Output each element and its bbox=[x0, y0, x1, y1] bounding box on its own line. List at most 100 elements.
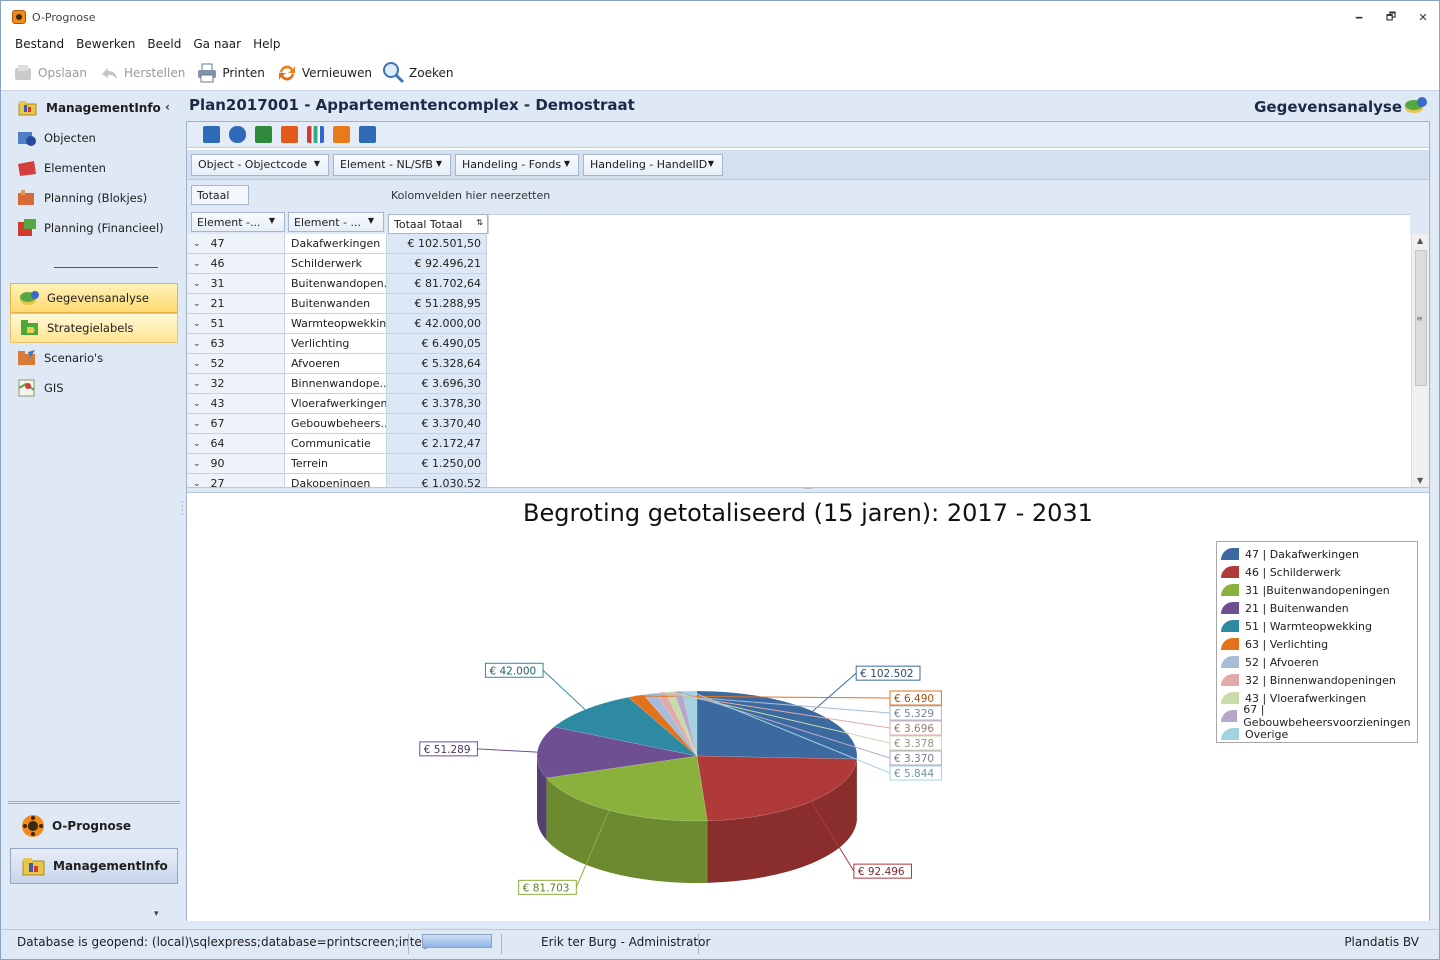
sidebar-item-scenarios[interactable]: Scenario's bbox=[8, 343, 180, 373]
table-row[interactable]: ⌄ 43 Vloerafwerkingen € 3.378,30 bbox=[187, 394, 487, 414]
table-row[interactable]: ⌄ 63 Verlichting € 6.490,05 bbox=[187, 334, 487, 354]
restore-button[interactable]: 🗗 bbox=[1375, 1, 1407, 33]
table-row[interactable]: ⌄ 47 Dakafwerkingen € 102.501,50 bbox=[187, 234, 487, 254]
row-field-element-name[interactable]: Element - ... ▼ bbox=[288, 212, 384, 232]
settings-icon[interactable] bbox=[229, 126, 246, 143]
menu-bestand[interactable]: Bestand bbox=[9, 37, 70, 51]
window-title: O-Prognose bbox=[32, 10, 96, 24]
row-code-cell[interactable]: ⌄ 43 bbox=[187, 394, 285, 414]
row-code-cell[interactable]: ⌄ 27 bbox=[187, 474, 285, 487]
row-name-cell: Buitenwanden bbox=[285, 294, 387, 314]
filter-handelid[interactable]: Handeling - HandelID ▼ bbox=[583, 153, 723, 176]
row-code-cell[interactable]: ⌄ 90 bbox=[187, 454, 285, 474]
restore-button-toolbar[interactable]: Herstellen bbox=[97, 61, 185, 85]
toolbar: Opslaan Herstellen Printen Vernieuwen Zo… bbox=[1, 55, 1439, 91]
row-value: € 3.696,30 bbox=[421, 377, 481, 390]
expand-chevron-icon[interactable]: ⌄ bbox=[193, 459, 201, 469]
sidebar-item-gegevensanalyse[interactable]: Gegevensanalyse bbox=[10, 283, 178, 313]
expand-chevron-icon[interactable]: ⌄ bbox=[193, 439, 201, 449]
table-row[interactable]: ⌄ 32 Binnenwandope... € 3.696,30 bbox=[187, 374, 487, 394]
row-code-cell[interactable]: ⌄ 67 bbox=[187, 414, 285, 434]
collapse-sidebar-icon[interactable]: ‹ bbox=[165, 100, 170, 114]
row-field-element-code[interactable]: Element -... ▼ bbox=[191, 212, 285, 232]
menu-bewerken[interactable]: Bewerken bbox=[70, 37, 141, 51]
filter-objectcode[interactable]: Object - Objectcode ▼ bbox=[191, 153, 329, 176]
managementinfo-icon bbox=[21, 853, 47, 879]
data-analysis-icon bbox=[1404, 95, 1428, 115]
row-code-cell[interactable]: ⌄ 47 bbox=[187, 234, 285, 254]
row-value: € 92.496,21 bbox=[414, 257, 481, 270]
grid-scrollbar[interactable]: ▲ ≡ ▼ bbox=[1411, 234, 1429, 487]
row-name-cell: Binnenwandope... bbox=[285, 374, 387, 394]
filter-fonds[interactable]: Handeling - Fonds ▼ bbox=[455, 153, 579, 176]
table-row[interactable]: ⌄ 90 Terrein € 1.250,00 bbox=[187, 454, 487, 474]
sidebar-item-elementen[interactable]: Elementen bbox=[8, 153, 180, 183]
module-o-prognose[interactable]: O-Prognose bbox=[10, 808, 178, 844]
close-button[interactable]: ✕ bbox=[1407, 1, 1439, 33]
print-icon[interactable] bbox=[281, 126, 298, 143]
table-row[interactable]: ⌄ 31 Buitenwandopen... € 81.702,64 bbox=[187, 274, 487, 294]
save-button[interactable]: Opslaan bbox=[11, 61, 87, 85]
minimize-button[interactable]: 🗕 bbox=[1343, 1, 1375, 33]
expand-chevron-icon[interactable]: ⌄ bbox=[193, 399, 201, 409]
tools-icon[interactable] bbox=[333, 126, 350, 143]
sidebar-item-strategielabels[interactable]: Strategielabels bbox=[10, 313, 178, 343]
expand-chevron-icon[interactable]: ⌄ bbox=[193, 259, 201, 269]
expand-chevron-icon[interactable]: ⌄ bbox=[193, 319, 201, 329]
table-row[interactable]: ⌄ 46 Schilderwerk € 92.496,21 bbox=[187, 254, 487, 274]
sidebar-item-gis[interactable]: GIS bbox=[8, 373, 180, 403]
bar-chart-icon[interactable] bbox=[307, 126, 324, 143]
scroll-down-icon[interactable]: ▼ bbox=[1417, 476, 1423, 485]
field-list-icon[interactable] bbox=[203, 126, 220, 143]
row-code-cell[interactable]: ⌄ 51 bbox=[187, 314, 285, 334]
filter-nl-sfb[interactable]: Element - NL/SfB ▼ bbox=[333, 153, 451, 176]
expand-chevron-icon[interactable]: ⌄ bbox=[193, 339, 201, 349]
expand-chevron-icon[interactable]: ⌄ bbox=[193, 479, 201, 488]
row-code-cell[interactable]: ⌄ 46 bbox=[187, 254, 285, 274]
value-header[interactable]: Totaal Totaal ⇅ bbox=[388, 214, 488, 234]
menu-beeld[interactable]: Beeld bbox=[141, 37, 187, 51]
progress-bar bbox=[422, 934, 492, 948]
row-code-cell[interactable]: ⌄ 64 bbox=[187, 434, 285, 454]
table-row[interactable]: ⌄ 52 Afvoeren € 5.328,64 bbox=[187, 354, 487, 374]
table-row[interactable]: ⌄ 51 Warmteopwekking € 42.000,00 bbox=[187, 314, 487, 334]
menu-help[interactable]: Help bbox=[247, 37, 286, 51]
search-icon bbox=[382, 61, 406, 85]
table-row[interactable]: ⌄ 64 Communicatie € 2.172,47 bbox=[187, 434, 487, 454]
expand-chevron-icon[interactable]: ⌄ bbox=[193, 359, 201, 369]
row-code: 51 bbox=[210, 317, 225, 330]
expand-chevron-icon[interactable]: ⌄ bbox=[193, 239, 201, 249]
excel-export-icon[interactable] bbox=[255, 126, 272, 143]
row-code: 67 bbox=[210, 417, 225, 430]
pie-slice[interactable] bbox=[696, 690, 858, 760]
sidebar-splitter[interactable]: · · · · bbox=[181, 499, 184, 519]
row-code-cell[interactable]: ⌄ 32 bbox=[187, 374, 285, 394]
expand-chevron-icon[interactable]: ⌄ bbox=[193, 299, 201, 309]
row-code-cell[interactable]: ⌄ 52 bbox=[187, 354, 285, 374]
table-row[interactable]: ⌄ 67 Gebouwbeheers... € 3.370,40 bbox=[187, 414, 487, 434]
row-code-cell[interactable]: ⌄ 21 bbox=[187, 294, 285, 314]
leader-line bbox=[477, 748, 538, 753]
table-row[interactable]: ⌄ 27 Dakopeningen € 1.030,52 bbox=[187, 474, 487, 487]
menu-ga-naar[interactable]: Ga naar bbox=[187, 37, 247, 51]
scroll-up-icon[interactable]: ▲ bbox=[1417, 236, 1423, 245]
more-modules-icon[interactable]: ▾ bbox=[154, 909, 159, 919]
expand-chevron-icon[interactable]: ⌄ bbox=[193, 379, 201, 389]
search-button[interactable]: Zoeken bbox=[382, 61, 454, 85]
save-layout-icon[interactable] bbox=[359, 126, 376, 143]
module-managementinfo[interactable]: ManagementInfo bbox=[10, 848, 178, 884]
print-button[interactable]: Printen bbox=[195, 61, 265, 85]
sidebar-item-objecten[interactable]: Objecten bbox=[8, 123, 180, 153]
row-name: Warmteopwekking bbox=[291, 317, 387, 330]
row-code-cell[interactable]: ⌄ 63 bbox=[187, 334, 285, 354]
sidebar-item-planning-financieel[interactable]: Planning (Financieel) bbox=[8, 213, 180, 243]
table-row[interactable]: ⌄ 21 Buitenwanden € 51.288,95 bbox=[187, 294, 487, 314]
sidebar-item-planning-blokjes[interactable]: Planning (Blokjes) bbox=[8, 183, 180, 213]
expand-chevron-icon[interactable]: ⌄ bbox=[193, 419, 201, 429]
row-name: Gebouwbeheers... bbox=[291, 417, 387, 430]
legend-label: 51 | Warmteopwekking bbox=[1245, 619, 1372, 633]
row-code-cell[interactable]: ⌄ 31 bbox=[187, 274, 285, 294]
refresh-button[interactable]: Vernieuwen bbox=[275, 61, 372, 85]
expand-chevron-icon[interactable]: ⌄ bbox=[193, 279, 201, 289]
totaal-field[interactable]: Totaal bbox=[191, 185, 249, 205]
